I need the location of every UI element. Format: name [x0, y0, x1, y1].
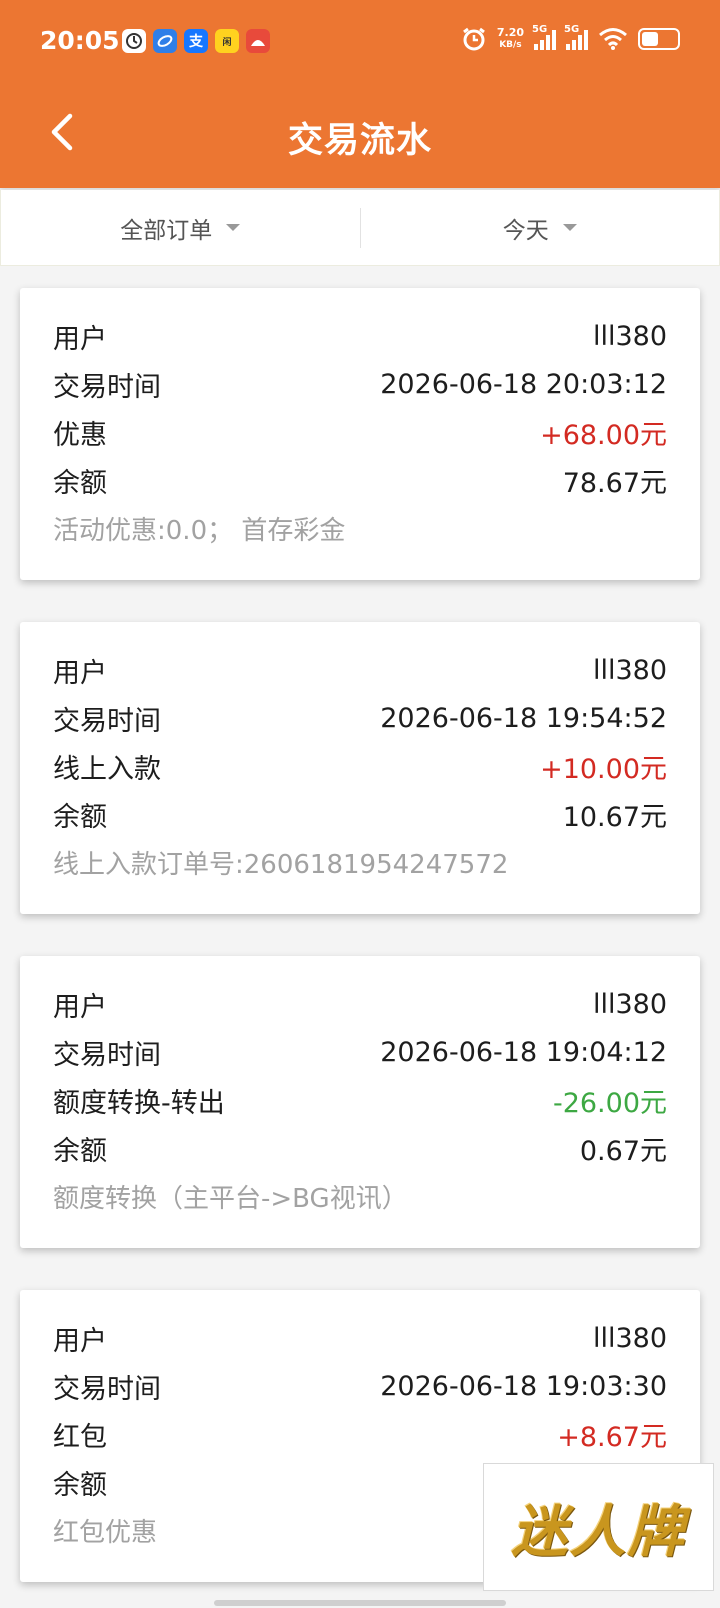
amount-value: +68.00元 — [540, 419, 667, 451]
balance-row: 余额 10.67元 — [53, 790, 667, 838]
balance-value: 0.67元 — [579, 1135, 667, 1167]
amount-value: +10.00元 — [540, 753, 667, 785]
user-row: 用户 lll380 — [53, 980, 667, 1028]
time-row: 交易时间 2026-06-18 20:03:12 — [53, 360, 667, 408]
time-label: 交易时间 — [53, 1039, 161, 1071]
balance-label: 余额 — [53, 801, 107, 833]
page-title: 交易流水 — [287, 121, 432, 161]
signal-icon-2: 5G — [564, 24, 588, 50]
amount-row: 优惠 +68.00元 — [53, 408, 667, 456]
user-row: 用户 lll380 — [53, 646, 667, 694]
amount-row: 红包 +8.67元 — [53, 1410, 667, 1458]
signal-icon-1: 5G — [532, 24, 556, 50]
transaction-card[interactable]: 用户 lll380 交易时间 2026-06-18 19:54:52 线上入款 … — [20, 622, 700, 914]
user-value: lll380 — [592, 1322, 667, 1354]
balance-label: 余额 — [53, 467, 107, 499]
transaction-card[interactable]: 用户 lll380 交易时间 2026-06-18 19:04:12 额度转换-… — [20, 956, 700, 1248]
user-value: lll380 — [592, 654, 667, 686]
caret-down-icon — [562, 224, 577, 231]
user-label: 用户 — [53, 657, 107, 689]
type-label: 额度转换-转出 — [53, 1087, 225, 1119]
time-label: 交易时间 — [53, 371, 161, 403]
app-header: 20:05 支 闲 7.20 KB/s 5G 5G 交易流水 — [0, 0, 720, 188]
alarm-icon — [462, 27, 485, 51]
red-app-icon — [246, 29, 270, 53]
transaction-note: 额度转换（主平台->BG视讯） — [53, 1183, 408, 1214]
signal-label-2: 5G — [564, 24, 580, 35]
transaction-note: 活动优惠:0.0； 首存彩金 — [53, 515, 346, 546]
signal-label-1: 5G — [532, 24, 548, 35]
net-speed-value: 7.20 — [496, 26, 524, 39]
user-label: 用户 — [53, 1325, 107, 1357]
game-app-icon: 闲 — [215, 29, 239, 53]
filter-bar: 全部订单 今天 — [0, 190, 720, 266]
browser-app-icon — [153, 29, 177, 53]
user-row: 用户 lll380 — [53, 1314, 667, 1362]
net-speed-unit: KB/s — [499, 40, 522, 50]
net-speed: 7.20 KB/s — [497, 27, 524, 51]
balance-label: 余额 — [53, 1135, 107, 1167]
amount-row: 额度转换-转出 -26.00元 — [53, 1076, 667, 1124]
notification-icons: 支 闲 — [122, 29, 270, 53]
balance-value: 78.67元 — [562, 467, 667, 499]
balance-label: 余额 — [53, 1469, 107, 1501]
watermark-text: 迷人牌 — [511, 1498, 686, 1565]
order-type-filter-label: 全部订单 — [120, 217, 213, 244]
clock-app-icon — [122, 29, 146, 53]
time-label: 交易时间 — [53, 1373, 161, 1405]
time-value: 2026-06-18 19:04:12 — [380, 1036, 667, 1068]
user-label: 用户 — [53, 323, 107, 355]
transaction-note: 线上入款订单号:2606181954247572 — [53, 849, 509, 880]
status-time: 20:05 — [40, 26, 120, 55]
wifi-icon — [599, 28, 627, 50]
status-bar: 20:05 支 闲 7.20 KB/s 5G 5G — [0, 0, 720, 86]
alipay-app-icon: 支 — [184, 29, 208, 53]
balance-value: 10.67元 — [562, 801, 667, 833]
time-value: 2026-06-18 20:03:12 — [380, 368, 667, 400]
user-row: 用户 lll380 — [53, 312, 667, 360]
caret-down-icon — [226, 224, 241, 231]
type-label: 线上入款 — [53, 753, 161, 785]
time-row: 交易时间 2026-06-18 19:54:52 — [53, 694, 667, 742]
user-value: lll380 — [592, 988, 667, 1020]
time-value: 2026-06-18 19:54:52 — [380, 702, 667, 734]
time-label: 交易时间 — [53, 705, 161, 737]
system-icons: 7.20 KB/s 5G 5G — [461, 24, 680, 52]
date-filter[interactable]: 今天 — [361, 190, 720, 265]
balance-row: 余额 78.67元 — [53, 456, 667, 504]
transaction-card[interactable]: 用户 lll380 交易时间 2026-06-18 20:03:12 优惠 +6… — [20, 288, 700, 580]
battery-icon — [638, 28, 680, 50]
order-type-filter[interactable]: 全部订单 — [1, 190, 360, 265]
date-filter-label: 今天 — [502, 217, 549, 244]
balance-row: 余额 0.67元 — [53, 1124, 667, 1172]
time-row: 交易时间 2026-06-18 19:03:30 — [53, 1362, 667, 1410]
type-label: 优惠 — [53, 419, 107, 451]
home-indicator[interactable] — [214, 1600, 506, 1606]
amount-value: -26.00元 — [552, 1087, 667, 1119]
amount-value: +8.67元 — [557, 1421, 667, 1453]
type-label: 红包 — [53, 1421, 107, 1453]
time-row: 交易时间 2026-06-18 19:04:12 — [53, 1028, 667, 1076]
nav-bar: 交易流水 — [0, 86, 720, 188]
user-value: lll380 — [592, 320, 667, 352]
amount-row: 线上入款 +10.00元 — [53, 742, 667, 790]
user-label: 用户 — [53, 991, 107, 1023]
watermark-logo: 迷人牌 — [483, 1463, 714, 1591]
time-value: 2026-06-18 19:03:30 — [380, 1370, 667, 1402]
